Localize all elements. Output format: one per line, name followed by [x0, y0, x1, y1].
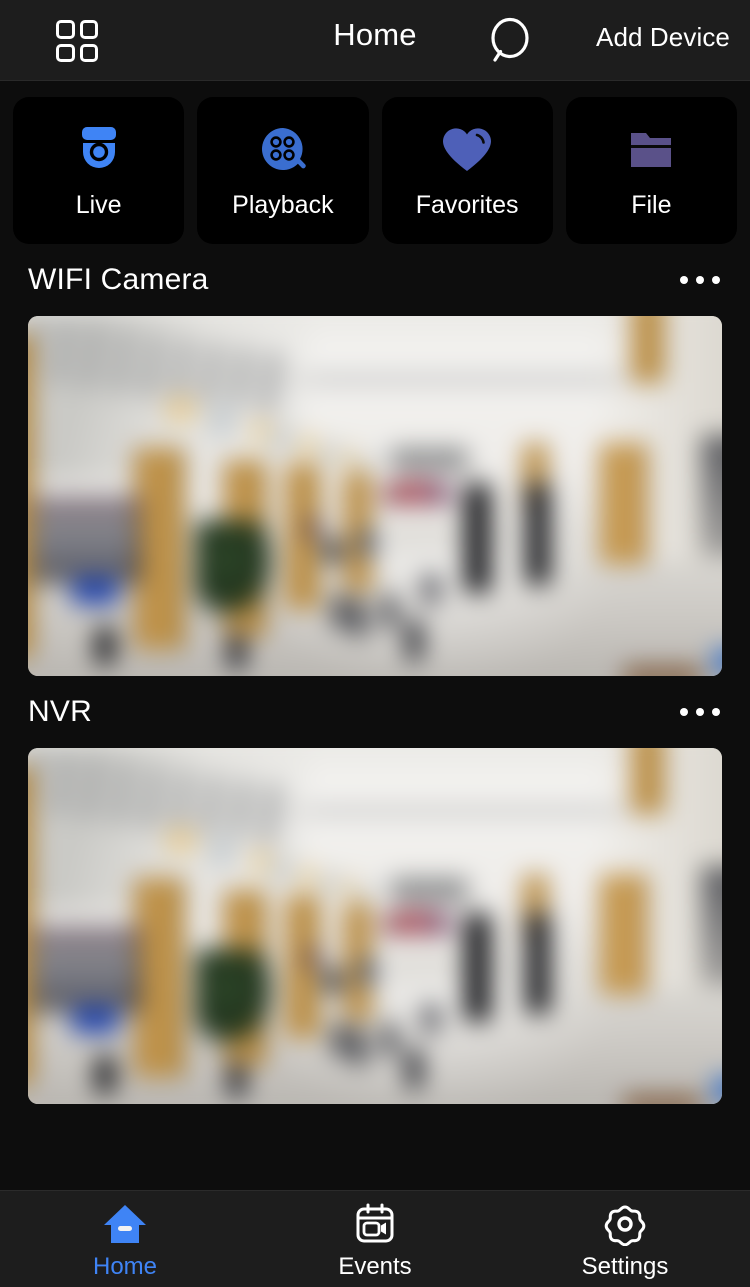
device-thumbnail[interactable]	[28, 316, 722, 676]
nav-item-settings[interactable]: Settings	[500, 1191, 750, 1287]
dot	[712, 708, 720, 716]
film-reel-icon	[258, 125, 308, 175]
content-area: Live Playback Favorites File WIFI Camera…	[0, 81, 750, 1190]
nav-item-events[interactable]: Events	[250, 1191, 500, 1287]
quick-action-label: Playback	[232, 191, 334, 219]
dot	[696, 276, 704, 284]
top-app-bar: Home Add Device	[0, 0, 750, 81]
more-options-icon[interactable]	[678, 264, 722, 296]
quick-action-label: Live	[75, 191, 122, 219]
camera-preview-image	[28, 316, 722, 676]
device-thumbnail[interactable]	[28, 748, 722, 1104]
dome-camera-icon	[73, 125, 125, 175]
dot	[712, 276, 720, 284]
quick-action-file[interactable]: File	[565, 97, 737, 244]
nav-label: Home	[92, 1252, 158, 1280]
quick-action-label: Favorites	[415, 191, 519, 219]
nav-item-home[interactable]: Home	[0, 1191, 250, 1287]
heart-icon	[441, 125, 493, 175]
device-header: NVR	[28, 676, 722, 748]
device-header: WIFI Camera	[28, 244, 722, 316]
quick-action-favorites[interactable]: Favorites	[381, 97, 553, 244]
more-options-icon[interactable]	[678, 696, 722, 728]
add-device-button[interactable]: Add Device	[596, 22, 730, 53]
device-section-wifi-camera: WIFI Camera	[0, 244, 750, 676]
folder-icon	[626, 125, 676, 175]
quick-action-live[interactable]: Live	[13, 97, 185, 244]
calendar-video-icon	[352, 1202, 398, 1246]
device-section-nvr: NVR	[0, 676, 750, 1104]
search-icon[interactable]	[489, 17, 531, 63]
quick-action-playback[interactable]: Playback	[197, 97, 369, 244]
app-screen: Home Add Device Live Playback Favorites …	[0, 0, 750, 1287]
device-name: WIFI Camera	[28, 263, 209, 296]
home-icon	[102, 1202, 148, 1246]
camera-preview-image	[28, 748, 722, 1104]
device-name: NVR	[28, 695, 92, 728]
nav-label: Settings	[581, 1252, 669, 1280]
nav-label: Events	[338, 1252, 412, 1280]
dot	[696, 708, 704, 716]
dot	[680, 276, 688, 284]
quick-action-label: File	[631, 191, 672, 219]
dot	[680, 708, 688, 716]
gear-icon	[602, 1202, 648, 1246]
bottom-navigation-bar: Home Events Settings	[0, 1190, 750, 1287]
quick-actions-row: Live Playback Favorites File	[0, 81, 750, 244]
